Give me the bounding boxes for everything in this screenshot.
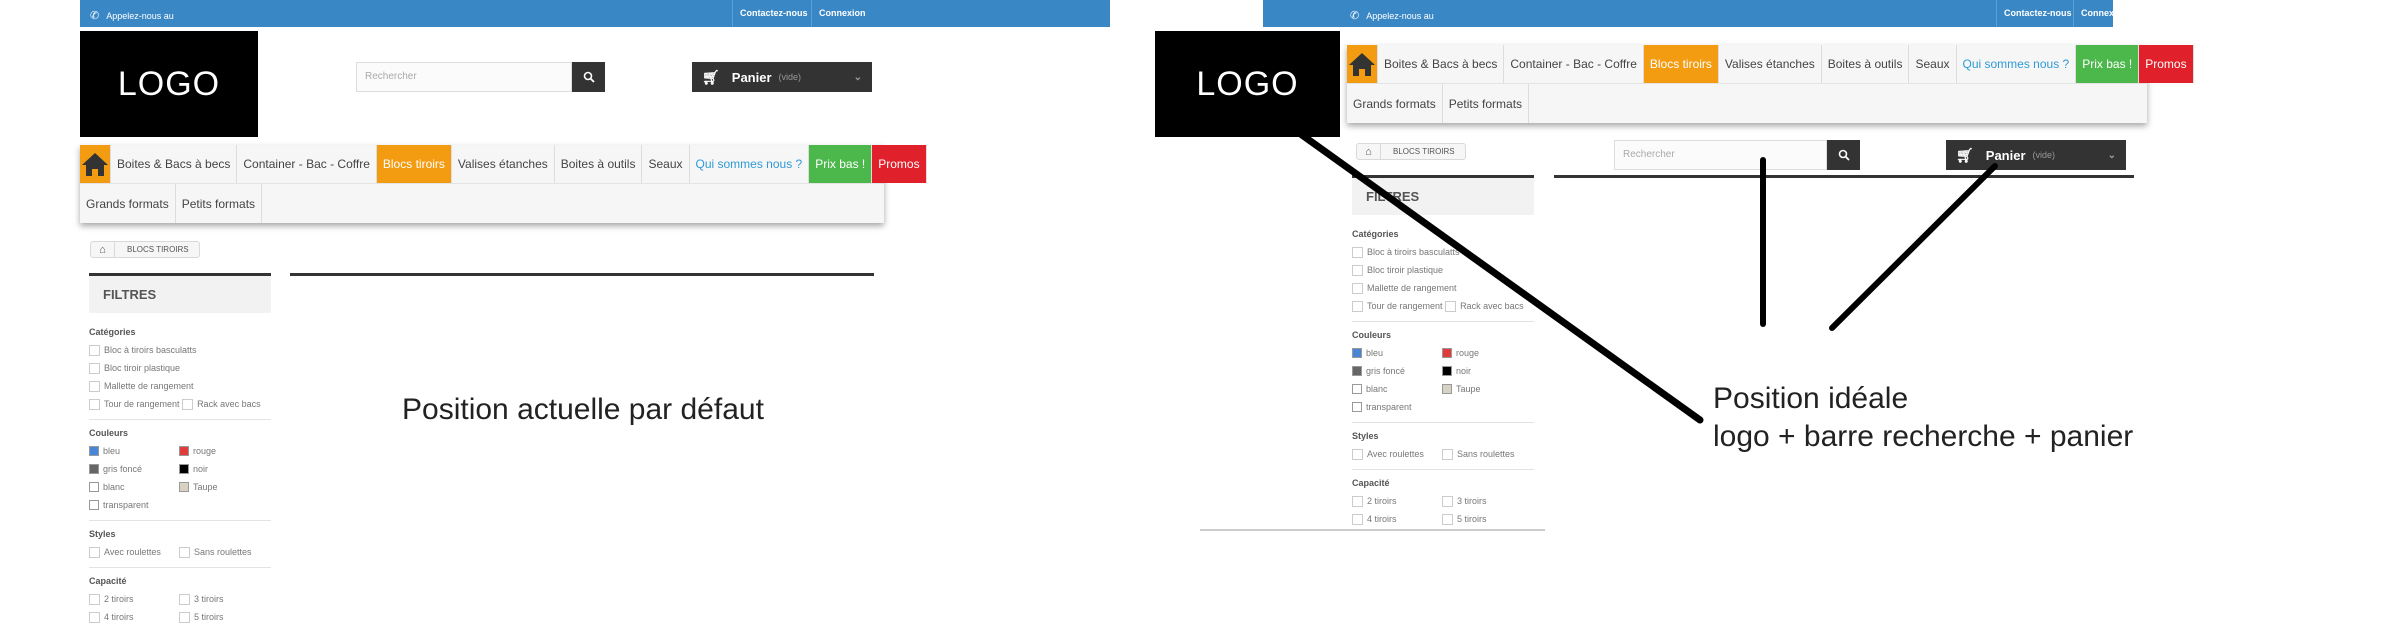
- arrow-to-cart: [1829, 163, 1998, 331]
- arrow-to-logo: [1291, 126, 1704, 424]
- caption-ideal-line2: logo + barre recherche + panier: [1713, 420, 2134, 453]
- annotation-arrows: [1200, 126, 1998, 531]
- caption-ideal-position: Position idéale logo + barre recherche +…: [1713, 380, 2133, 456]
- caption-ideal-line1: Position idéale: [1713, 382, 1909, 415]
